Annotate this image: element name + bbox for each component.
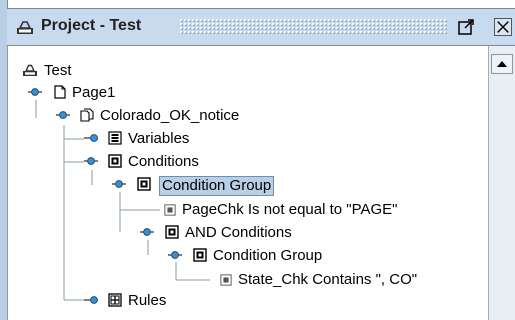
page-icon (54, 85, 66, 99)
tree-node-label: Rules (128, 292, 167, 309)
project-window: Project - Test Test Page1 Colorado_OK_no… (0, 0, 515, 320)
tree-node-and-conditions[interactable]: AND Conditions (0, 222, 480, 244)
rules-icon (108, 293, 122, 307)
condition-group-icon (193, 248, 207, 262)
tree-node-label: Condition Group (213, 247, 323, 264)
tree-node-label: Conditions (128, 153, 199, 170)
tree-node-condition[interactable]: PageChk Is not equal to "PAGE" (0, 199, 480, 221)
tree-node-label: PageChk Is not equal to "PAGE" (182, 201, 398, 218)
variables-icon (108, 131, 122, 145)
conditions-icon (108, 154, 122, 168)
collapsed-handle-icon[interactable] (84, 294, 98, 306)
tree-node-rules[interactable]: Rules (0, 290, 480, 312)
project-icon (17, 21, 33, 34)
tree-node-label: Condition Group (159, 176, 275, 196)
expanded-handle-icon[interactable] (168, 249, 182, 261)
tree-node-label: Test (44, 62, 72, 79)
titlebar-grip[interactable] (179, 18, 447, 35)
condition-icon (220, 274, 232, 286)
tree-node-label: Colorado_OK_notice (100, 107, 240, 124)
conditions-icon (165, 225, 179, 239)
tree-node-condition-group[interactable]: Condition Group (0, 174, 480, 196)
document-copy-icon (80, 108, 94, 122)
collapsed-handle-icon[interactable] (84, 132, 98, 144)
expanded-handle-icon[interactable] (140, 226, 154, 238)
expanded-handle-icon[interactable] (28, 86, 42, 98)
condition-icon (164, 204, 176, 216)
tree-node-condition-group[interactable]: Condition Group (0, 245, 480, 267)
window-title: Project - Test (41, 17, 142, 34)
tree-node-page1[interactable]: Page1 (0, 82, 480, 104)
tree-node-label: Page1 (72, 84, 116, 101)
tree-node-conditions[interactable]: Conditions (0, 151, 480, 173)
window-titlebar[interactable]: Project - Test (7, 8, 515, 46)
expanded-handle-icon[interactable] (84, 155, 98, 167)
tree-node-variables[interactable]: Variables (0, 128, 480, 150)
tree-node-colorado-ok-notice[interactable]: Colorado_OK_notice (0, 105, 480, 127)
maximize-icon[interactable] (457, 18, 475, 36)
condition-group-icon (137, 177, 151, 191)
tree-node-label: AND Conditions (185, 224, 292, 241)
tree-node-test[interactable]: Test (0, 60, 480, 82)
vertical-scrollbar[interactable] (488, 46, 515, 320)
scroll-up-button[interactable] (491, 54, 513, 74)
close-icon[interactable] (494, 18, 512, 36)
tree-node-label: Variables (128, 130, 190, 147)
tree-node-label: State_Chk Contains ", CO" (238, 271, 418, 288)
tree-node-condition[interactable]: State_Chk Contains ", CO" (0, 269, 480, 291)
expanded-handle-icon[interactable] (112, 178, 126, 190)
project-icon (23, 64, 37, 76)
expanded-handle-icon[interactable] (56, 109, 70, 121)
